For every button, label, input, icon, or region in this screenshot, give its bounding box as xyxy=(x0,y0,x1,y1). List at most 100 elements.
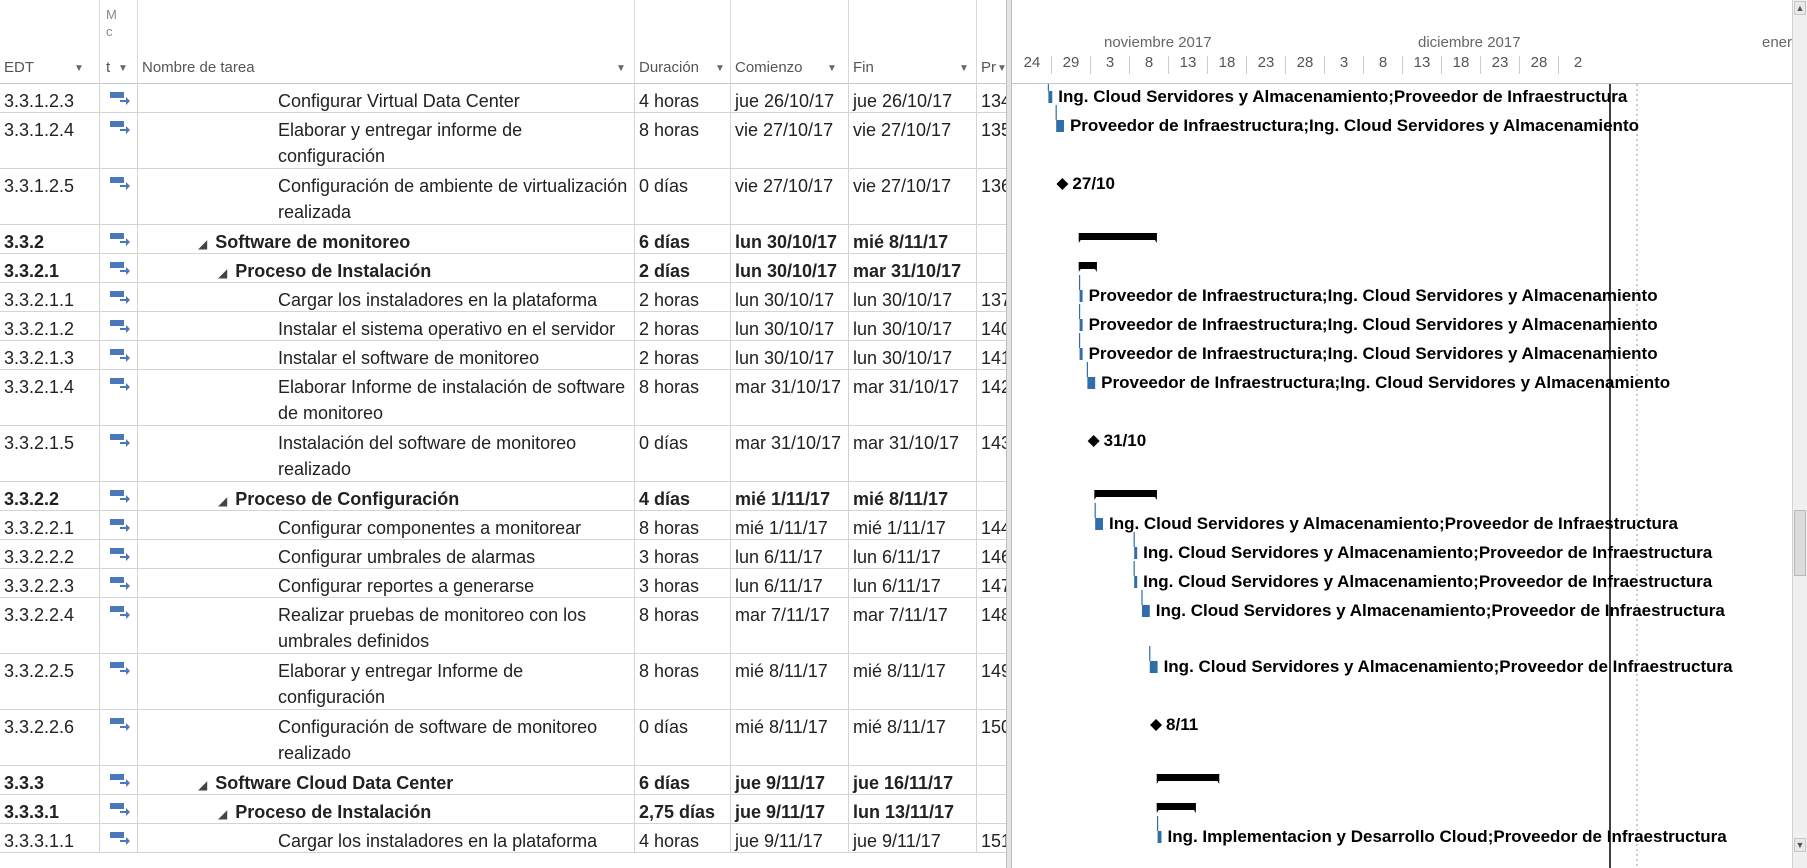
predecessor-cell[interactable]: 141 xyxy=(977,341,1006,369)
task-bar[interactable] xyxy=(1095,518,1103,530)
finish-cell[interactable]: vie 27/10/17 xyxy=(849,169,977,224)
task-mode-cell[interactable] xyxy=(100,225,138,253)
task-mode-cell[interactable] xyxy=(100,312,138,340)
task-mode-cell[interactable] xyxy=(100,370,138,425)
collapse-toggle-icon[interactable]: ◢ xyxy=(218,807,227,821)
task-bar[interactable] xyxy=(1079,290,1083,302)
task-bar[interactable] xyxy=(1141,605,1150,617)
summary-task-row[interactable]: 3.3.3 ◢ Software Cloud Data Center 6 días ju… xyxy=(0,766,1006,795)
task-name-cell[interactable]: Elaborar y entregar informe de configura… xyxy=(138,113,635,168)
summary-task-row[interactable]: 3.3.2 ◢ Software de monitoreo 6 días lun 30/… xyxy=(0,225,1006,254)
edt-cell[interactable]: 3.3.1.2.5 xyxy=(0,169,100,224)
predecessor-cell[interactable]: 149 xyxy=(977,654,1006,709)
duration-cell[interactable]: 4 horas xyxy=(635,824,731,852)
duration-cell[interactable]: 8 horas xyxy=(635,598,731,653)
start-cell[interactable]: mar 31/10/17 xyxy=(731,426,849,481)
predecessor-cell[interactable] xyxy=(977,225,1006,253)
task-name-cell[interactable]: Configuración de software de monitoreo r… xyxy=(138,710,635,765)
duration-cell[interactable]: 4 días xyxy=(635,482,731,510)
column-header-edt[interactable]: EDT ▼ xyxy=(0,0,100,84)
task-row[interactable]: 3.3.1.2.4 Elaborar y entregar informe de … xyxy=(0,113,1006,169)
task-row[interactable]: 3.3.2.1.4 Elaborar Informe de instalación… xyxy=(0,370,1006,426)
task-mode-cell[interactable] xyxy=(100,795,138,823)
column-header-predecessors[interactable]: Pr ▼ xyxy=(977,0,1006,84)
edt-cell[interactable]: 3.3.2 xyxy=(0,225,100,253)
task-name-cell[interactable]: Cargar los instaladores en la plataforma xyxy=(138,283,635,311)
predecessor-cell[interactable] xyxy=(977,254,1006,282)
edt-cell[interactable]: 3.3.2.2.1 xyxy=(0,511,100,539)
filter-arrow-icon[interactable]: ▼ xyxy=(74,63,84,74)
scroll-thumb[interactable] xyxy=(1794,510,1806,576)
task-name-cell[interactable]: ◢ Proceso de Instalación xyxy=(138,254,635,282)
task-name-cell[interactable]: ◢ Software Cloud Data Center xyxy=(138,766,635,794)
start-cell[interactable]: lun 30/10/17 xyxy=(731,341,849,369)
scroll-down-icon[interactable]: ▼ xyxy=(1794,838,1806,852)
task-name-cell[interactable]: Configurar umbrales de alarmas xyxy=(138,540,635,568)
summary-task-row[interactable]: 3.3.2.2 ◢ Proceso de Configuración 4 días mi… xyxy=(0,482,1006,511)
finish-cell[interactable]: lun 6/11/17 xyxy=(849,540,977,568)
predecessor-cell[interactable]: 134 xyxy=(977,84,1006,112)
start-cell[interactable]: vie 27/10/17 xyxy=(731,113,849,168)
task-name-cell[interactable]: Realizar pruebas de monitoreo con los um… xyxy=(138,598,635,653)
task-name-cell[interactable]: Instalar el software de monitoreo xyxy=(138,341,635,369)
summary-bar[interactable] xyxy=(1094,490,1157,497)
task-mode-cell[interactable] xyxy=(100,710,138,765)
predecessor-cell[interactable]: 142 xyxy=(977,370,1006,425)
task-bar[interactable] xyxy=(1149,661,1158,673)
duration-cell[interactable]: 2 horas xyxy=(635,341,731,369)
task-name-cell[interactable]: ◢ Software de monitoreo xyxy=(138,225,635,253)
task-row[interactable]: 3.3.1.2.3 Configurar Virtual Data Center 4… xyxy=(0,84,1006,113)
start-cell[interactable]: lun 6/11/17 xyxy=(731,569,849,597)
duration-cell[interactable]: 2 días xyxy=(635,254,731,282)
start-cell[interactable]: mié 8/11/17 xyxy=(731,710,849,765)
start-cell[interactable]: lun 30/10/17 xyxy=(731,254,849,282)
task-row[interactable]: 3.3.2.2.2 Configurar umbrales de alarmas 3… xyxy=(0,540,1006,569)
task-row[interactable]: 3.3.2.2.4 Realizar pruebas de monitoreo c… xyxy=(0,598,1006,654)
edt-cell[interactable]: 3.3.2.1.3 xyxy=(0,341,100,369)
start-cell[interactable]: mar 7/11/17 xyxy=(731,598,849,653)
task-bar[interactable] xyxy=(1087,377,1096,389)
task-mode-cell[interactable] xyxy=(100,569,138,597)
task-row[interactable]: 3.3.2.2.1 Configurar componentes a monito… xyxy=(0,511,1006,540)
predecessor-cell[interactable]: 140 xyxy=(977,312,1006,340)
start-cell[interactable]: mié 8/11/17 xyxy=(731,654,849,709)
duration-cell[interactable]: 8 horas xyxy=(635,511,731,539)
duration-cell[interactable]: 0 días xyxy=(635,169,731,224)
task-mode-cell[interactable] xyxy=(100,254,138,282)
task-mode-cell[interactable] xyxy=(100,169,138,224)
predecessor-cell[interactable]: 137 xyxy=(977,283,1006,311)
task-name-cell[interactable]: Instalación del software de monitoreo re… xyxy=(138,426,635,481)
finish-cell[interactable]: mié 8/11/17 xyxy=(849,654,977,709)
edt-cell[interactable]: 3.3.2.2.4 xyxy=(0,598,100,653)
task-mode-cell[interactable] xyxy=(100,426,138,481)
task-bar[interactable] xyxy=(1048,91,1053,103)
collapse-toggle-icon[interactable]: ◢ xyxy=(218,266,227,280)
finish-cell[interactable]: mié 8/11/17 xyxy=(849,710,977,765)
collapse-toggle-icon[interactable]: ◢ xyxy=(218,494,227,508)
task-row[interactable]: 3.3.1.2.5 Configuración de ambiente de vi… xyxy=(0,169,1006,225)
filter-arrow-icon[interactable]: ▼ xyxy=(715,63,725,74)
start-cell[interactable]: lun 30/10/17 xyxy=(731,283,849,311)
start-cell[interactable]: mié 1/11/17 xyxy=(731,511,849,539)
duration-cell[interactable]: 2 horas xyxy=(635,283,731,311)
edt-cell[interactable]: 3.3.2.2.5 xyxy=(0,654,100,709)
column-header-task-mode[interactable]: M c t ▼ xyxy=(100,0,138,84)
edt-cell[interactable]: 3.3.2.2.6 xyxy=(0,710,100,765)
task-mode-cell[interactable] xyxy=(100,482,138,510)
edt-cell[interactable]: 3.3.2.1 xyxy=(0,254,100,282)
edt-cell[interactable]: 3.3.1.2.3 xyxy=(0,84,100,112)
task-row[interactable]: 3.3.2.2.3 Configurar reportes a generarse… xyxy=(0,569,1006,598)
task-row[interactable]: 3.3.2.1.2 Instalar el sistema operativo e… xyxy=(0,312,1006,341)
task-row[interactable]: 3.3.2.1.1 Cargar los instaladores en la p… xyxy=(0,283,1006,312)
task-bar[interactable] xyxy=(1056,120,1064,132)
task-name-cell[interactable]: Elaborar Informe de instalación de softw… xyxy=(138,370,635,425)
edt-cell[interactable]: 3.3.3.1 xyxy=(0,795,100,823)
start-cell[interactable]: jue 9/11/17 xyxy=(731,766,849,794)
task-mode-cell[interactable] xyxy=(100,540,138,568)
duration-cell[interactable]: 0 días xyxy=(635,426,731,481)
predecessor-cell[interactable] xyxy=(977,795,1006,823)
finish-cell[interactable]: mar 31/10/17 xyxy=(849,426,977,481)
finish-cell[interactable]: mié 8/11/17 xyxy=(849,225,977,253)
finish-cell[interactable]: mar 31/10/17 xyxy=(849,370,977,425)
edt-cell[interactable]: 3.3.3.1.1 xyxy=(0,824,100,852)
